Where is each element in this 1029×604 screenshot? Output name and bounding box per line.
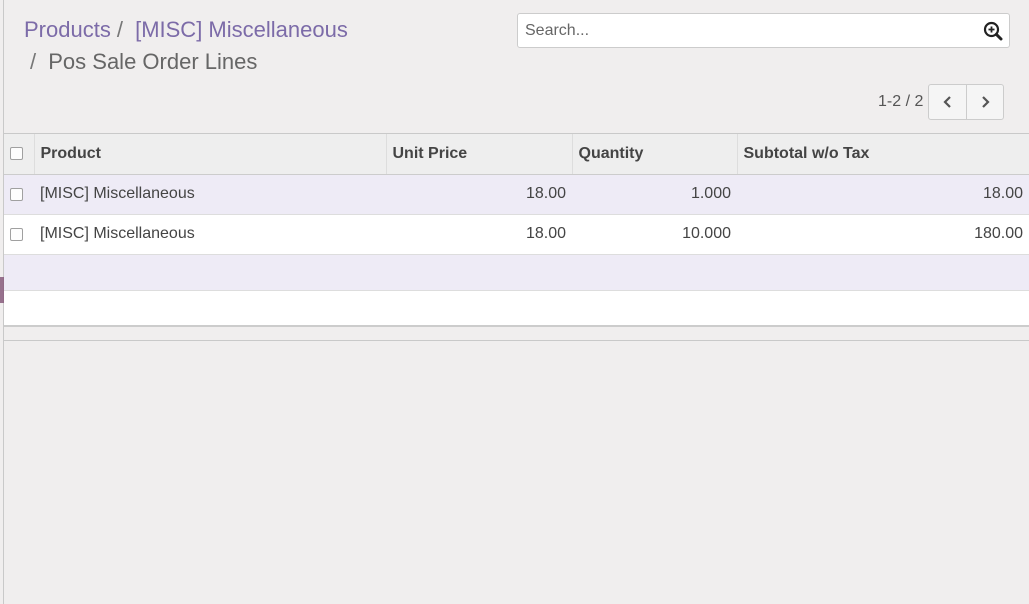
select-all-checkbox[interactable] — [10, 147, 23, 161]
cell-quantity: 10.000 — [572, 214, 737, 255]
table-footer-divider — [4, 340, 1029, 341]
cell-unit-price: 18.00 — [386, 174, 572, 215]
cell-subtotal: 18.00 — [737, 174, 1029, 215]
cell-unit-price: 18.00 — [386, 214, 572, 255]
empty-cell — [4, 290, 1029, 327]
breadcrumb-item-products[interactable]: Products — [24, 17, 111, 42]
pager-next-button[interactable] — [966, 85, 1003, 119]
cell-product: [MISC] Miscellaneous — [34, 174, 386, 215]
empty-row — [4, 290, 1029, 327]
column-header-product[interactable]: Product — [34, 134, 387, 175]
empty-cell — [4, 254, 1029, 291]
breadcrumb-item-product[interactable]: [MISC] Miscellaneous — [135, 17, 348, 42]
chevron-right-icon — [982, 96, 990, 108]
cell-product: [MISC] Miscellaneous — [34, 214, 386, 255]
pager-buttons — [928, 84, 1005, 120]
row-select-cell — [4, 174, 34, 215]
breadcrumb-separator: / — [116, 17, 123, 42]
pager-value[interactable]: 1-2 / 2 — [878, 93, 923, 111]
list-table: Product Unit Price Quantity Subtotal w/o… — [4, 134, 1029, 327]
row-checkbox[interactable] — [10, 227, 23, 241]
column-header-subtotal[interactable]: Subtotal w/o Tax — [737, 134, 1029, 175]
search-input[interactable] — [518, 14, 978, 47]
pager: 1-2 / 2 — [878, 84, 1005, 120]
table-header-row: Product Unit Price Quantity Subtotal w/o… — [4, 134, 1029, 175]
table-row[interactable]: [MISC] Miscellaneous 18.00 10.000 180.00 — [4, 214, 1029, 255]
empty-row — [4, 254, 1029, 291]
breadcrumb-separator: / — [30, 49, 37, 74]
column-header-quantity[interactable]: Quantity — [572, 134, 738, 175]
control-panel: Products / [MISC] Miscellaneous / Pos Sal… — [4, 0, 1029, 134]
chevron-left-icon — [943, 96, 951, 108]
search-plus-icon[interactable] — [983, 21, 1003, 41]
row-checkbox[interactable] — [10, 187, 23, 201]
cell-subtotal: 180.00 — [737, 214, 1029, 255]
row-select-cell — [4, 214, 34, 255]
page-title: Pos Sale Order Lines — [48, 49, 258, 74]
cell-quantity: 1.000 — [572, 174, 737, 215]
table-row[interactable]: [MISC] Miscellaneous 18.00 1.000 18.00 — [4, 174, 1029, 215]
pager-previous-button[interactable] — [929, 85, 966, 119]
column-header-unit-price[interactable]: Unit Price — [386, 134, 573, 175]
select-all-cell — [4, 134, 35, 175]
search-bar — [517, 13, 1010, 48]
breadcrumb: Products / [MISC] Miscellaneous / Pos Sal… — [24, 14, 374, 78]
